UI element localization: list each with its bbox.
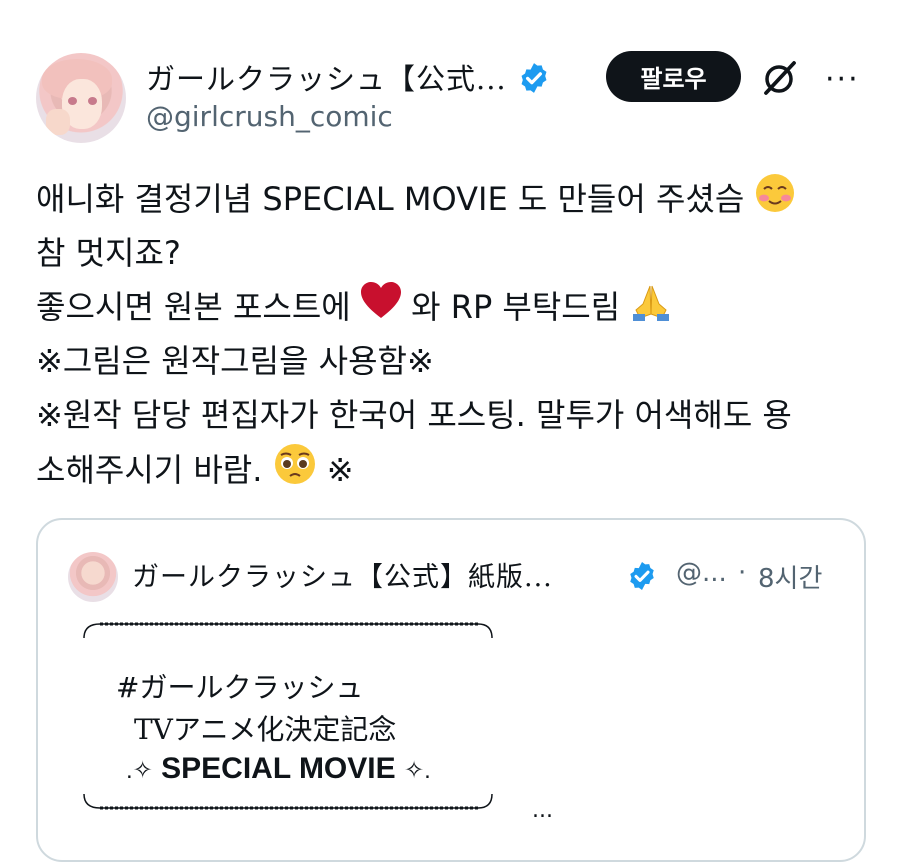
sparkle-left-icon: .✧ [126,757,153,784]
quote-special-movie: .✧ SPECIAL MOVIE ✧. [126,752,431,785]
quoted-author-name[interactable]: ガールクラッシュ【公式】紙版... [132,555,553,594]
grok-slash-icon[interactable] [760,58,800,98]
author-display-name-text: ガールクラッシュ【公式... [146,62,507,96]
author-handle[interactable]: @girlcrush_comic [146,100,393,133]
post-line-1: 애니화 결정기념 SPECIAL MOVIE 도 만들어 주셨슴 [36,172,876,226]
author-avatar[interactable] [36,53,126,143]
sparkle-right-icon: ✧. [403,757,431,784]
quoted-author-handle[interactable]: @... [676,558,727,588]
quoted-verified-badge-icon [626,560,658,596]
quote-headline: TVアニメ化決定記念 [134,713,397,746]
post-line-4: ※그림은 원작그림을 사용함※ [36,342,434,380]
quote-hashtag[interactable]: #ガールクラッシュ [116,666,363,706]
smiling-blush-emoji [754,172,796,230]
follow-button[interactable]: 팔로우 [606,51,741,102]
post-line-2: 참 멋지죠? [36,234,181,272]
red-heart-emoji [360,282,401,336]
post-line-3: 좋으시면 원본 포스트에 와 RP 부탁드림 [36,280,876,334]
post-line-5: ※원작 담당 편집자가 한국어 포스팅. 말투가 어색해도 용 [36,396,792,434]
verified-badge-icon [517,61,551,102]
quoted-author-avatar[interactable] [68,552,118,602]
quoted-timestamp[interactable]: 8시간 [758,558,822,595]
more-dots-icon[interactable]: ··· [825,62,860,97]
post-line-6: 소해주시기 바람. ※ [36,442,876,496]
pleading-face-emoji [273,442,317,502]
post-body: 애니화 결정기념 SPECIAL MOVIE 도 만들어 주셨슴 참 멋지죠? … [36,172,876,496]
quoted-post-card[interactable]: ガールクラッシュ【公式】紙版... @... · 8시간 #ガールクラッシュ T… [36,518,866,862]
quote-more-text: ... [532,798,553,823]
author-display-name[interactable]: ガールクラッシュ【公式... [146,56,551,102]
quoted-separator: · [738,558,747,588]
folded-hands-emoji [630,280,672,338]
